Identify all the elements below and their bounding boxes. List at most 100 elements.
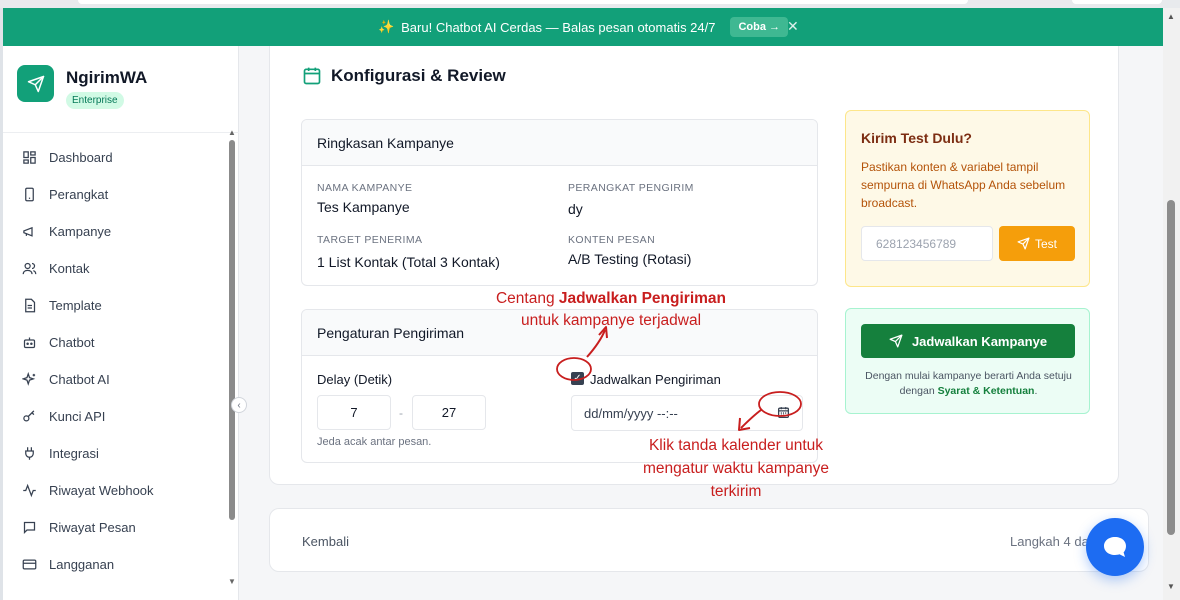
test-send-button[interactable]: Test bbox=[999, 226, 1075, 261]
divider bbox=[3, 132, 239, 133]
datetime-placeholder: dd/mm/yyyy --:-- bbox=[584, 405, 678, 421]
sidebar-item-integrasi[interactable]: Integrasi bbox=[21, 438, 221, 468]
terms-link[interactable]: Syarat & Ketentuan bbox=[938, 385, 1035, 397]
scroll-down-icon[interactable]: ▼ bbox=[1167, 582, 1175, 591]
calendar-picker-icon[interactable] bbox=[777, 406, 790, 419]
banner-try-button[interactable]: Coba → bbox=[730, 17, 789, 37]
schedule-checkbox[interactable]: ✓ bbox=[571, 372, 584, 385]
send-icon bbox=[889, 334, 903, 348]
sidebar-item-label: Perangkat bbox=[49, 186, 109, 202]
sidebar-item-dashboard[interactable]: Dashboard bbox=[21, 142, 221, 172]
sidebar-item-template[interactable]: Template bbox=[21, 290, 221, 320]
sidebar-item-label: Kontak bbox=[49, 260, 90, 276]
sidebar-item-label: Chatbot bbox=[49, 334, 95, 350]
content-value: A/B Testing (Rotasi) bbox=[568, 251, 692, 267]
back-button[interactable]: Kembali bbox=[302, 534, 349, 549]
step-indicator: Langkah 4 da bbox=[1010, 534, 1089, 549]
sidebar-item-label: Riwayat Pesan bbox=[49, 519, 136, 535]
delay-hint: Jeda acak antar pesan. bbox=[317, 436, 432, 448]
sidebar-item-riwayat-webhook[interactable]: Riwayat Webhook bbox=[21, 475, 221, 505]
document-icon bbox=[21, 297, 37, 313]
sidebar-item-perangkat[interactable]: Perangkat bbox=[21, 179, 221, 209]
card-icon bbox=[21, 556, 37, 572]
annotation-schedule-hint: Centang Jadwalkan Pengiriman untuk kampa… bbox=[487, 288, 735, 332]
schedule-datetime-input[interactable]: dd/mm/yyyy --:-- bbox=[571, 395, 803, 431]
browser-tab-strip bbox=[0, 0, 1180, 8]
address-bar[interactable] bbox=[78, 0, 968, 4]
app-window: ✨ Baru! Chatbot AI Cerdas — Balas pesan … bbox=[3, 8, 1163, 600]
sidebar-item-label: Langganan bbox=[49, 556, 115, 572]
close-icon[interactable]: ✕ bbox=[787, 18, 799, 35]
wizard-footer: Kembali Langkah 4 da bbox=[269, 508, 1149, 572]
sidebar-item-chatbot[interactable]: Chatbot bbox=[21, 327, 221, 357]
annotation-calendar-hint: Klik tanda kalender untuk mengatur waktu… bbox=[621, 434, 851, 503]
schedule-button-label: Jadwalkan Kampanye bbox=[911, 333, 1048, 349]
plug-icon bbox=[21, 445, 37, 461]
collapse-sidebar-button[interactable]: ‹ bbox=[231, 397, 247, 413]
content-label: KONTEN PESAN bbox=[568, 234, 656, 246]
test-description: Pastikan konten & variabel tampil sempur… bbox=[861, 160, 1066, 210]
users-icon bbox=[21, 260, 37, 276]
test-button-label: Test bbox=[1034, 236, 1057, 251]
campaign-name-value: Tes Kampanye bbox=[317, 199, 410, 215]
terms-note-suffix: . bbox=[1034, 385, 1038, 397]
scroll-down-icon[interactable]: ▼ bbox=[228, 577, 236, 586]
summary-box: Ringkasan Kampanye NAMA KAMPANYE Tes Kam… bbox=[301, 119, 818, 286]
device-value: dy bbox=[568, 201, 583, 217]
delay-max-input[interactable]: 27 bbox=[412, 395, 486, 430]
scroll-up-icon[interactable]: ▲ bbox=[228, 128, 236, 137]
schedule-panel: Jadwalkan Kampanye Dengan mulai kampanye… bbox=[845, 308, 1090, 414]
brand-name: NgirimWA bbox=[66, 68, 148, 87]
sidebar-item-label: Integrasi bbox=[49, 445, 99, 461]
sparkle-icon: ✨ bbox=[377, 19, 395, 34]
target-label: TARGET PENERIMA bbox=[317, 234, 423, 246]
promo-banner: ✨ Baru! Chatbot AI Cerdas — Balas pesan … bbox=[3, 8, 1163, 46]
sidebar-item-chatbot-ai[interactable]: Chatbot AI bbox=[21, 364, 221, 394]
schedule-label: Jadwalkan Pengiriman bbox=[590, 372, 721, 387]
annotation-emphasis: Jadwalkan Pengiriman bbox=[558, 290, 727, 307]
sidebar-item-label: Kunci API bbox=[49, 408, 106, 424]
sidebar: NgirimWA Enterprise ▲ Dashboard Perangka… bbox=[3, 46, 239, 600]
banner-text: Baru! Chatbot AI Cerdas — Balas pesan ot… bbox=[401, 19, 716, 35]
chat-bubble-icon bbox=[1104, 537, 1126, 557]
activity-icon bbox=[21, 482, 37, 498]
sidebar-item-kontak[interactable]: Kontak bbox=[21, 253, 221, 283]
message-icon bbox=[21, 519, 37, 535]
device-label: PERANGKAT PENGIRIM bbox=[568, 182, 694, 194]
sidebar-item-langganan[interactable]: Langganan bbox=[21, 549, 221, 579]
sidebar-item-label: Dashboard bbox=[49, 149, 113, 165]
summary-heading: Ringkasan Kampanye bbox=[302, 120, 817, 166]
browser-control[interactable] bbox=[1072, 0, 1162, 4]
scroll-up-icon[interactable]: ▲ bbox=[1167, 12, 1175, 21]
target-value: 1 List Kontak (Total 3 Kontak) bbox=[317, 254, 500, 270]
sidebar-item-kampanye[interactable]: Kampanye bbox=[21, 216, 221, 246]
phone-icon bbox=[21, 186, 37, 202]
test-phone-input[interactable]: 628123456789 bbox=[861, 226, 993, 261]
chat-widget-button[interactable] bbox=[1086, 518, 1144, 576]
calendar-icon bbox=[303, 67, 321, 85]
terms-note: Dengan mulai kampanye berarti Anda setuj… bbox=[856, 369, 1081, 399]
sidebar-item-riwayat-pesan[interactable]: Riwayat Pesan bbox=[21, 512, 221, 542]
annotation-text: terkirim bbox=[710, 483, 762, 500]
sidebar-item-kunci-api[interactable]: Kunci API bbox=[21, 401, 221, 431]
annotation-text: untuk kampanye terjadwal bbox=[520, 312, 702, 329]
delay-min-input[interactable]: 7 bbox=[317, 395, 391, 430]
campaign-name-label: NAMA KAMPANYE bbox=[317, 182, 413, 194]
sparkle-icon bbox=[21, 371, 37, 387]
sidebar-item-label: Kampanye bbox=[49, 223, 112, 239]
sidebar-item-label: Riwayat Webhook bbox=[49, 482, 154, 498]
sidebar-item-label: Template bbox=[49, 297, 102, 313]
send-logo-icon bbox=[17, 65, 54, 102]
plan-badge: Enterprise bbox=[66, 92, 124, 109]
schedule-campaign-button[interactable]: Jadwalkan Kampanye bbox=[861, 324, 1075, 358]
sidebar-item-label: Chatbot AI bbox=[49, 371, 110, 387]
grid-icon bbox=[21, 149, 37, 165]
sidebar-scrollbar[interactable] bbox=[229, 140, 235, 520]
page-title: Konfigurasi & Review bbox=[331, 66, 506, 85]
section-title: Konfigurasi & Review bbox=[302, 66, 506, 86]
annotation-text: mengatur waktu kampanye bbox=[642, 460, 830, 477]
send-icon bbox=[1017, 237, 1030, 250]
delay-label: Delay (Detik) bbox=[317, 372, 393, 387]
page-scrollbar-thumb[interactable] bbox=[1167, 200, 1175, 535]
annotation-text: Centang bbox=[495, 290, 559, 307]
